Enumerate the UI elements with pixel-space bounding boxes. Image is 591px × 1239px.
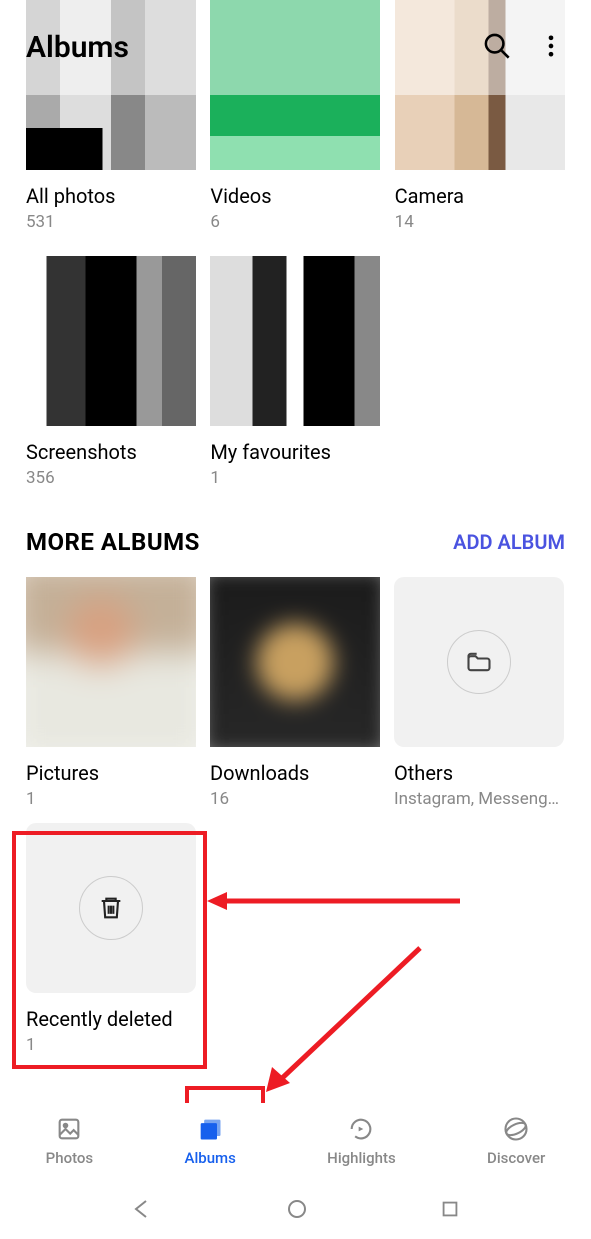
album-title: Recently deleted xyxy=(26,1007,196,1031)
more-albums-heading: MORE ALBUMS xyxy=(26,528,200,556)
album-title: Screenshots xyxy=(26,440,196,464)
albums-icon xyxy=(196,1115,224,1143)
album-count: 356 xyxy=(26,468,196,488)
recent-apps-button[interactable] xyxy=(439,1198,461,1224)
bottom-nav: Photos Albums Highlights Discover xyxy=(0,1103,591,1179)
album-screenshots[interactable]: Screenshots 356 xyxy=(26,256,196,488)
nav-label: Photos xyxy=(46,1149,93,1167)
nav-label: Discover xyxy=(487,1149,545,1167)
album-count: 16 xyxy=(210,789,380,809)
tab-highlights[interactable]: Highlights xyxy=(327,1115,396,1167)
album-downloads[interactable]: Downloads 16 xyxy=(210,577,380,809)
album-my-favourites[interactable]: My favourites 1 xyxy=(210,256,380,488)
album-subtitle: Instagram, Messenge… xyxy=(394,789,564,809)
album-count: 1 xyxy=(26,789,196,809)
trash-icon xyxy=(97,894,125,922)
home-button[interactable] xyxy=(285,1197,309,1225)
photos-icon xyxy=(55,1115,83,1143)
tab-discover[interactable]: Discover xyxy=(487,1115,545,1167)
album-title: Pictures xyxy=(26,761,196,785)
folder-icon xyxy=(465,648,493,676)
discover-icon xyxy=(502,1115,530,1143)
thumbnail xyxy=(210,577,380,747)
highlights-icon xyxy=(347,1115,375,1143)
album-title: Downloads xyxy=(210,761,380,785)
thumbnail xyxy=(26,577,196,747)
tab-albums[interactable]: Albums xyxy=(185,1115,236,1167)
album-pictures[interactable]: Pictures 1 xyxy=(26,577,196,809)
thumbnail xyxy=(394,577,564,747)
thumbnail xyxy=(210,256,380,426)
nav-label: Albums xyxy=(185,1149,236,1167)
system-nav xyxy=(0,1183,591,1239)
back-button[interactable] xyxy=(130,1197,154,1225)
album-count: 1 xyxy=(210,468,380,488)
add-album-button[interactable]: ADD ALBUM xyxy=(453,530,565,554)
album-recently-deleted[interactable]: Recently deleted 1 xyxy=(26,823,196,1055)
album-count: 1 xyxy=(26,1035,196,1055)
album-others[interactable]: Others Instagram, Messenge… xyxy=(394,577,564,809)
thumbnail xyxy=(26,256,196,426)
album-title: Others xyxy=(394,761,564,785)
tab-photos[interactable]: Photos xyxy=(46,1115,93,1167)
thumbnail xyxy=(26,823,196,993)
album-title: My favourites xyxy=(210,440,380,464)
nav-label: Highlights xyxy=(327,1149,396,1167)
